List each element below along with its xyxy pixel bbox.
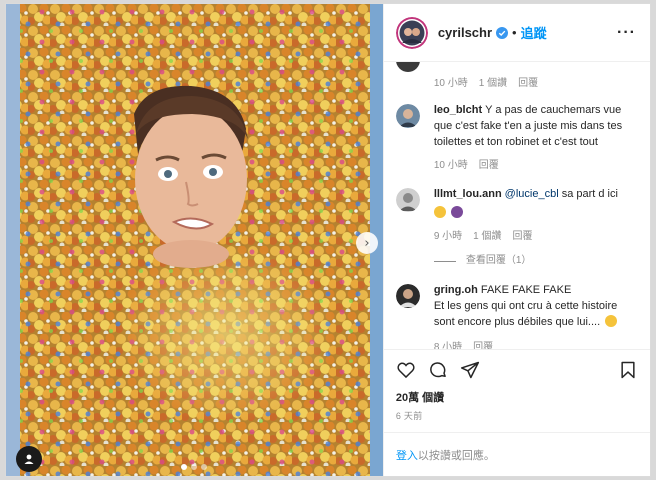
header-separator: •	[512, 25, 517, 40]
comment-avatar[interactable]	[395, 188, 420, 212]
author-avatar[interactable]	[395, 16, 428, 49]
comment-username[interactable]: lllmt_lou.ann	[434, 188, 502, 200]
verified-badge-icon	[496, 26, 509, 39]
comment-avatar[interactable]	[395, 62, 420, 72]
more-options-icon[interactable]: ···	[617, 24, 636, 42]
view-replies-button[interactable]: 查看回覆（1）	[433, 253, 618, 269]
comment-reply-button[interactable]: 回覆	[479, 158, 499, 174]
comment-meta: 10 小時 回覆	[434, 158, 638, 174]
action-bar	[383, 349, 650, 389]
comment-avatar[interactable]	[395, 284, 420, 308]
woman-emoji-icon	[450, 206, 463, 218]
comment-mention-link[interactable]: @lucie_cbl	[505, 188, 559, 200]
post-header: cyrilschr • 追蹤 ···	[383, 4, 650, 62]
comment-emojis	[433, 205, 618, 221]
post-sidebar: cyrilschr • 追蹤 ··· 10 小時 1 個讚 回覆 leo_blc…	[382, 4, 650, 476]
comment-time: 10 小時	[433, 160, 468, 171]
comment-reply-button[interactable]: 回覆	[518, 74, 538, 89]
post-media[interactable]: ›	[6, 4, 383, 476]
comment-meta: 9 小時 1 個讚 回覆	[434, 229, 618, 245]
laughing-emoji-icon	[433, 206, 446, 218]
comment-item: gring.oh FAKE FAKE FAKE Et les gens qui o…	[395, 282, 638, 349]
login-prompt: 登入 以按讚或回應。	[383, 432, 650, 476]
comment-time: 9 小時	[433, 231, 463, 242]
share-icon	[460, 361, 479, 378]
comments-list[interactable]: 10 小時 1 個讚 回覆 leo_blcht Y a pas de cauche…	[384, 62, 650, 349]
replies-line	[433, 260, 456, 262]
comment-item: lllmt_lou.ann @lucie_cbl sa part d ici 9 …	[395, 186, 638, 269]
post-dialog: › cyrilschr • 追蹤 ··· 10 小時 1 個讚 回覆 leo_b…	[5, 3, 651, 477]
view-replies-label: 查看回覆（1）	[465, 255, 532, 266]
post-photo	[6, 4, 383, 476]
comment-like-count[interactable]: 1 個讚	[479, 74, 507, 89]
login-prompt-text: 以按讚或回應。	[417, 449, 495, 462]
comment-username[interactable]: leo_blcht	[434, 104, 482, 116]
carousel-dot	[181, 464, 188, 470]
comment-like-count[interactable]: 1 個讚	[473, 229, 501, 245]
save-button[interactable]	[616, 358, 640, 382]
comment-text-continued: Et les gens qui ont cru à cette histoire…	[433, 300, 618, 328]
likes-count[interactable]: 20萬 個讚	[384, 389, 650, 405]
login-link[interactable]: 登入	[396, 447, 418, 463]
post-timestamp: 6 天前	[395, 411, 423, 421]
comment-avatar[interactable]	[395, 104, 420, 128]
comment-text: FAKE FAKE FAKE	[480, 284, 572, 296]
comment-meta: 10 小時 1 個讚 回覆	[434, 74, 538, 89]
comment-username[interactable]: gring.oh	[434, 284, 478, 296]
upside-down-face-emoji-icon	[605, 315, 618, 327]
author-username[interactable]: cyrilschr	[438, 25, 492, 40]
comment-reply-button[interactable]: 回覆	[513, 229, 533, 245]
comment-meta: 8 小時 回覆	[434, 340, 638, 349]
heart-icon	[397, 361, 415, 378]
comment-reply-button[interactable]: 回覆	[473, 340, 493, 349]
comment-time: 8 小時	[433, 342, 463, 349]
comment-time: 10 小時	[433, 78, 468, 89]
bookmark-icon	[621, 361, 635, 378]
follow-button[interactable]: 追蹤	[521, 23, 547, 42]
next-photo-button[interactable]: ›	[356, 232, 378, 254]
like-button[interactable]	[394, 358, 418, 382]
carousel-indicator	[6, 464, 383, 470]
comment-item: leo_blcht Y a pas de cauchemars vue que c…	[395, 102, 638, 174]
comment-icon	[429, 361, 446, 377]
comment-text: sa part d ici	[558, 188, 618, 200]
carousel-dot	[201, 464, 208, 470]
carousel-dot	[191, 464, 198, 470]
chevron-right-icon: ›	[364, 235, 370, 251]
share-button[interactable]	[458, 358, 482, 382]
comment-button[interactable]	[426, 358, 450, 382]
